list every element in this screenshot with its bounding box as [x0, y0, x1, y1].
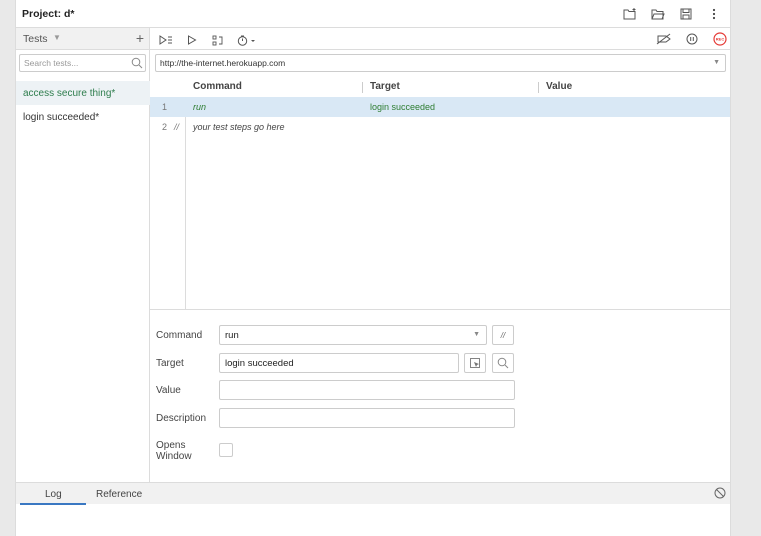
target-input[interactable] [220, 354, 458, 372]
command-row: Command ▼ // [156, 325, 716, 345]
row-command: your test steps go here [193, 122, 285, 132]
target-label: Target [156, 358, 184, 369]
description-row: Description [156, 408, 716, 428]
column-header-target: Target [370, 81, 400, 92]
record-controls: REC [656, 31, 728, 47]
search-icon [131, 57, 143, 72]
chevron-down-icon[interactable]: ▼ [713, 59, 720, 66]
description-field [219, 408, 515, 428]
value-input[interactable] [220, 381, 514, 399]
add-test-button[interactable]: + [136, 30, 144, 46]
value-label: Value [156, 385, 181, 396]
tests-dropdown[interactable]: Tests [23, 33, 48, 45]
opens-window-checkbox[interactable] [219, 443, 233, 457]
column-header-value: Value [546, 81, 573, 92]
step-over-icon[interactable] [210, 32, 226, 48]
command-table: Command Target Value 1 run login succeed… [150, 77, 730, 310]
find-target-button[interactable] [492, 353, 514, 373]
description-label: Description [156, 413, 207, 424]
row-number: 1 [162, 102, 168, 112]
target-row: Target [156, 353, 716, 373]
select-target-button[interactable] [464, 353, 486, 373]
opens-window-label-line2: Window [156, 451, 192, 462]
row-comment-marker: // [174, 122, 180, 132]
run-current-test-icon[interactable] [184, 32, 200, 48]
save-project-icon[interactable] [678, 6, 694, 22]
search-icon [497, 357, 509, 369]
base-url-input[interactable] [156, 55, 696, 71]
test-list: access secure thing* login succeeded* [16, 81, 150, 129]
table-row[interactable]: 2 // your test steps go here [150, 117, 730, 137]
base-url-box: ▼ [155, 54, 726, 72]
description-input[interactable] [220, 409, 514, 427]
row-target: login succeeded [370, 102, 436, 112]
test-editor-panel: REC ▼ Command Target Value 1 run login s… [150, 28, 730, 482]
table-row[interactable]: 1 run login succeeded [150, 97, 730, 117]
run-controls [158, 32, 258, 48]
test-item-access-secure-thing[interactable]: access secure thing* [16, 81, 150, 105]
select-target-icon [469, 357, 480, 368]
project-actions [622, 6, 722, 22]
row-command: run [193, 102, 207, 112]
value-row: Value [156, 380, 716, 400]
table-header: Command Target Value [150, 77, 730, 97]
column-header-command: Command [193, 81, 242, 92]
project-title[interactable]: Project: d* [22, 8, 75, 20]
target-field [219, 353, 459, 373]
column-divider [362, 82, 363, 93]
value-field [219, 380, 515, 400]
pause-icon[interactable] [684, 31, 700, 47]
active-tab-indicator [20, 503, 86, 505]
bottom-tabs: Log Reference [16, 482, 730, 505]
bottom-panel: Log Reference [16, 482, 730, 536]
tab-log[interactable]: Log [45, 489, 62, 500]
tests-header: Tests ▼ + [16, 28, 149, 50]
command-label: Command [156, 330, 203, 341]
selenium-ide-window: Project: d* Tests ▼ + Search tests... ac… [15, 0, 731, 536]
opens-window-label: Opens Window [156, 440, 192, 462]
search-tests-input[interactable] [20, 55, 128, 71]
test-item-login-succeeded[interactable]: login succeeded* [16, 105, 150, 129]
disable-breakpoints-icon[interactable] [656, 31, 672, 47]
tab-reference[interactable]: Reference [96, 489, 142, 500]
chevron-down-icon[interactable]: ▼ [53, 33, 61, 42]
record-icon[interactable]: REC [712, 31, 728, 47]
run-toolbar: REC [150, 28, 730, 50]
new-project-icon[interactable] [622, 6, 638, 22]
open-project-icon[interactable] [650, 6, 666, 22]
chevron-down-icon[interactable]: ▼ [473, 331, 480, 338]
clear-log-icon[interactable] [714, 487, 726, 502]
opens-window-label-line1: Opens [156, 440, 186, 451]
command-combobox: ▼ [219, 325, 487, 345]
more-menu-icon[interactable] [706, 6, 722, 22]
row-number: 2 [162, 122, 168, 132]
column-divider [538, 82, 539, 93]
run-all-tests-icon[interactable] [158, 32, 174, 48]
opens-window-row: Opens Window [156, 439, 716, 465]
tests-sidebar: Tests ▼ + access secure thing* login suc… [16, 28, 150, 482]
test-search-box [19, 54, 146, 72]
command-input[interactable] [220, 326, 486, 344]
speed-timer-icon[interactable] [236, 32, 258, 48]
svg-text:REC: REC [716, 37, 725, 42]
project-header: Project: d* [16, 0, 730, 28]
toggle-comment-button[interactable]: // [492, 325, 514, 345]
